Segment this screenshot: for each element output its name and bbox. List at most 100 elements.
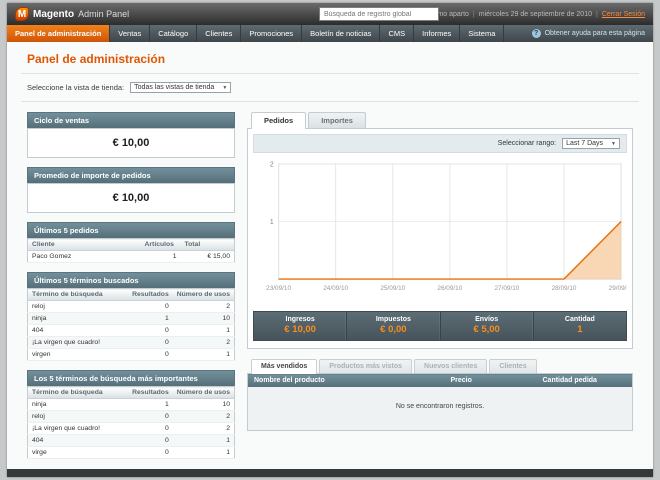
top-header: M Magento Admin Panel Accedió como apart… xyxy=(7,3,653,25)
top-search-terms-panel: Los 5 términos de búsqueda más important… xyxy=(27,370,235,459)
column-header: Número de usos xyxy=(172,386,235,399)
lifetime-sales-panel: Ciclo de ventas € 10,00 xyxy=(27,112,235,158)
svg-text:29/09/10: 29/09/10 xyxy=(609,285,627,292)
range-select[interactable]: Last 7 Days ▼ xyxy=(562,138,620,149)
magento-logo-icon: M xyxy=(15,7,29,21)
totals-bar: Ingresos € 10,00 Impuestos € 0,00 Envíos… xyxy=(253,311,627,341)
column-header: Término de búsqueda xyxy=(27,386,129,399)
store-view-select[interactable]: Todas las vistas de tienda ▼ xyxy=(130,82,232,93)
empty-row: No se encontraron registros. xyxy=(247,387,633,431)
table-row: reloj 0 2 xyxy=(27,300,235,313)
nav-item-promociones[interactable]: Promociones xyxy=(241,25,303,42)
nav-item-ventas[interactable]: Ventas xyxy=(110,25,151,42)
logout-link[interactable]: Cerrar Sesión xyxy=(602,11,645,18)
stat-value: € 10,00 xyxy=(284,324,316,335)
nav-item-boletin[interactable]: Boletín de noticias xyxy=(302,25,381,42)
nav-item-sistema[interactable]: Sistema xyxy=(460,25,505,42)
column-header: Resultados xyxy=(128,288,173,301)
column-header: Resultados xyxy=(128,386,173,399)
orders-chart: 1 2 23/09/10 24/09/10 25/09/10 26/09/10 27/09/… xyxy=(253,153,627,305)
svg-text:25/09/10: 25/09/10 xyxy=(380,285,405,292)
empty-message: No se encontraron registros. xyxy=(247,387,633,431)
tab-clientes[interactable]: Clientes xyxy=(489,359,537,373)
column-header: Nombre del producto xyxy=(247,373,445,387)
last-search-terms-table: Término de búsqueda Resultados Número de… xyxy=(27,288,235,361)
average-orders-value: € 10,00 xyxy=(112,192,150,204)
panel-title: Ciclo de ventas xyxy=(27,112,235,128)
svg-text:23/09/10: 23/09/10 xyxy=(266,285,291,292)
column-header: Término de búsqueda xyxy=(27,288,129,301)
best-sellers-table: Nombre del producto Precio Cantidad pedi… xyxy=(247,373,633,431)
separator: | xyxy=(595,10,598,18)
help-icon: ? xyxy=(531,29,541,38)
svg-text:27/09/10: 27/09/10 xyxy=(495,285,520,292)
last-search-terms-panel: Últimos 5 términos buscados Término de b… xyxy=(27,272,235,361)
panel-title: Últimos 5 pedidos xyxy=(27,222,235,238)
global-search-input[interactable] xyxy=(319,7,439,21)
orders-chart-svg: 1 2 23/09/10 24/09/10 25/09/10 26/09/10 27/09/… xyxy=(266,161,627,292)
column-header: Artículos xyxy=(140,238,181,251)
table-row: Paco Gomez 1 € 15,00 xyxy=(27,250,235,263)
lifetime-sales-value: € 10,00 xyxy=(112,137,150,149)
content-area: Panel de administración Seleccione la vi… xyxy=(7,42,653,469)
stat-value: € 0,00 xyxy=(380,324,407,335)
last-orders-table: Cliente Artículos Total Paco Gomez 1 € 15,… xyxy=(27,238,235,263)
nav-item-clientes[interactable]: Clientes xyxy=(197,25,242,42)
nav-item-dashboard[interactable]: Panel de administración xyxy=(7,25,111,42)
chevron-down-icon: ▼ xyxy=(611,140,616,147)
stat-label: Envíos xyxy=(475,316,499,323)
store-view-selected: Todas las vistas de tienda xyxy=(134,84,215,91)
table-row: ¡La virgen que cuadro! 0 2 xyxy=(27,336,235,349)
nav-item-cms[interactable]: CMS xyxy=(380,25,415,42)
dashboard-right-column: Pedidos Importes Seleccionar rango: Last… xyxy=(247,112,633,459)
column-header: Cliente xyxy=(27,238,141,251)
table-row: virgen 0 1 xyxy=(27,348,235,361)
store-view-switcher: Seleccione la vista de tienda: Todas las… xyxy=(21,74,639,102)
range-bar: Seleccionar rango: Last 7 Days ▼ xyxy=(253,134,627,153)
tab-mas-vendidos[interactable]: Más vendidos xyxy=(251,359,318,374)
last-orders-panel: Últimos 5 pedidos Cliente Artículos Tota… xyxy=(27,222,235,263)
stat-label: Ingresos xyxy=(285,316,315,323)
nav-item-catalogo[interactable]: Catálogo xyxy=(150,25,198,42)
stat-label: Cantidad xyxy=(564,316,595,323)
main-nav: Panel de administración Ventas Catálogo … xyxy=(7,25,653,42)
brand-suffix: Admin Panel xyxy=(78,9,130,19)
magento-admin-app: M Magento Admin Panel Accedió como apart… xyxy=(7,3,653,477)
panel-title: Promedio de importe de pedidos xyxy=(27,167,235,183)
orders-tabs: Pedidos Importes xyxy=(247,112,633,129)
table-row: ninja 1 10 xyxy=(27,398,235,411)
nav-item-informes[interactable]: Informes xyxy=(414,25,461,42)
stat-impuestos: Impuestos € 0,00 xyxy=(347,312,441,340)
table-row: virge 0 1 xyxy=(27,446,235,459)
top-search-terms-table: Término de búsqueda Resultados Número de… xyxy=(27,386,235,459)
tab-productos-mas-vistos[interactable]: Productos más vistos xyxy=(319,359,413,373)
panel-title: Últimos 5 términos buscados xyxy=(27,272,235,288)
stat-label: Impuestos xyxy=(375,316,411,323)
svg-text:24/09/10: 24/09/10 xyxy=(323,285,348,292)
magento-brand: M Magento Admin Panel xyxy=(15,7,129,21)
svg-text:26/09/10: 26/09/10 xyxy=(437,285,462,292)
stat-value: € 5,00 xyxy=(473,324,500,335)
dashboard: Ciclo de ventas € 10,00 Promedio de impo… xyxy=(21,102,639,459)
products-tabs: Más vendidos Productos más vistos Nuevos… xyxy=(247,359,633,374)
dashboard-left-column: Ciclo de ventas € 10,00 Promedio de impo… xyxy=(27,112,235,459)
column-header: Precio xyxy=(444,373,537,387)
stat-cantidad: Cantidad 1 xyxy=(534,312,626,340)
stat-envios: Envíos € 5,00 xyxy=(441,312,534,340)
tab-pedidos[interactable]: Pedidos xyxy=(251,112,307,129)
panel-title: Los 5 términos de búsqueda más important… xyxy=(27,370,235,386)
header-date: miércoles 29 de septiembre de 2010 xyxy=(478,10,592,18)
column-header: Cantidad pedida xyxy=(536,373,633,387)
range-selected: Last 7 Days xyxy=(566,140,604,147)
stat-value: 1 xyxy=(577,324,583,335)
tab-nuevos-clientes[interactable]: Nuevos clientes xyxy=(414,359,488,373)
svg-text:28/09/10: 28/09/10 xyxy=(552,285,577,292)
page-help-link[interactable]: ? Obtener ayuda para esta página xyxy=(531,25,653,42)
average-orders-panel: Promedio de importe de pedidos € 10,00 xyxy=(27,167,235,213)
separator: | xyxy=(472,10,475,18)
column-header: Número de usos xyxy=(172,288,235,301)
svg-text:2: 2 xyxy=(270,161,274,168)
svg-text:1: 1 xyxy=(270,219,274,226)
stat-ingresos: Ingresos € 10,00 xyxy=(254,312,348,340)
tab-importes[interactable]: Importes xyxy=(308,112,366,128)
